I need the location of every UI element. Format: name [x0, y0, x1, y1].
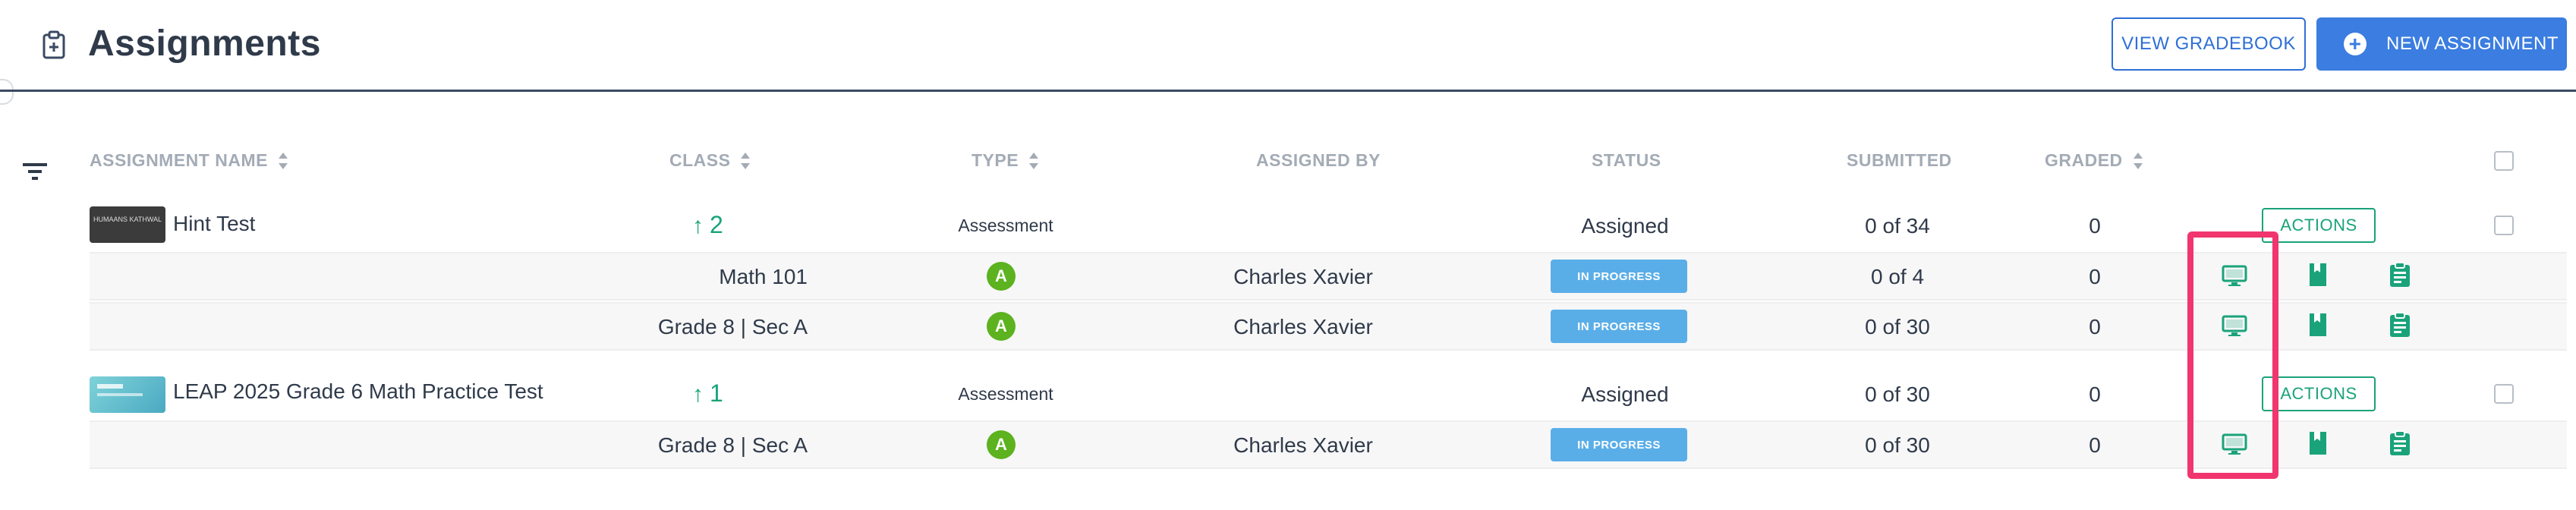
column-header-label: GRADED [2045, 150, 2123, 170]
class-count[interactable]: ↑ 2 [692, 211, 723, 239]
sort-icon[interactable] [278, 152, 288, 170]
book-icon[interactable] [2304, 311, 2332, 338]
submitted-count: 0 of 30 [1865, 433, 1930, 457]
view-gradebook-button[interactable]: VIEW GRADEBOOK [2112, 17, 2306, 71]
column-header-assigned-by: ASSIGNED BY [1256, 150, 1381, 171]
assignment-name[interactable]: LEAP 2025 Grade 6 Math Practice Test [173, 379, 543, 404]
graded-count: 0 [2089, 315, 2101, 338]
graded-count: 0 [2089, 265, 2101, 288]
assignment-thumbnail: HUMAANS KATHWAL [90, 206, 165, 243]
column-header-type[interactable]: TYPE [972, 150, 1039, 171]
view-gradebook-label: VIEW GRADEBOOK [2121, 33, 2296, 54]
column-header-class[interactable]: CLASS [669, 150, 751, 171]
book-icon[interactable] [2304, 261, 2332, 288]
arrow-up-icon: ↑ [692, 213, 704, 238]
class-name: Math 101 [719, 265, 808, 288]
actions-label: ACTIONS [2280, 216, 2357, 235]
page-title: Assignments [88, 24, 321, 64]
class-count[interactable]: ↑ 1 [692, 379, 723, 408]
actions-button[interactable]: ACTIONS [2262, 208, 2376, 243]
class-count-value: 2 [710, 211, 723, 238]
assignment-thumbnail [90, 376, 165, 413]
new-assignment-label: NEW ASSIGNMENT [2386, 33, 2559, 54]
type-badge: A [987, 312, 1016, 341]
type-badge: A [987, 262, 1016, 291]
plus-circle-icon: + [2344, 33, 2367, 55]
assignment-graded: 0 [2089, 382, 2101, 406]
column-header-label: CLASS [669, 150, 731, 170]
assignment-status: Assigned [1581, 214, 1669, 238]
status-badge: IN PROGRESS [1551, 428, 1687, 461]
class-count-value: 1 [710, 379, 723, 407]
actions-label: ACTIONS [2280, 384, 2357, 403]
assignment-graded: 0 [2089, 214, 2101, 238]
clipboard-list-icon[interactable] [2386, 311, 2414, 338]
column-header-label: STATUS [1592, 150, 1661, 170]
assignment-submitted: 0 of 34 [1865, 214, 1930, 238]
status-badge: IN PROGRESS [1551, 310, 1687, 343]
highlight-box [2187, 231, 2278, 479]
submitted-count: 0 of 30 [1865, 315, 1930, 338]
assignment-name[interactable]: Hint Test [173, 212, 255, 236]
clipboard-list-icon[interactable] [2386, 261, 2414, 288]
graded-count: 0 [2089, 433, 2101, 457]
column-header-submitted: SUBMITTED [1847, 150, 1952, 171]
class-name: Grade 8 | Sec A [657, 433, 808, 457]
actions-button[interactable]: ACTIONS [2262, 376, 2376, 411]
class-name: Grade 8 | Sec A [657, 315, 808, 338]
assignment-status: Assigned [1581, 382, 1669, 406]
column-header-label: TYPE [972, 150, 1019, 170]
assignment-submitted: 0 of 30 [1865, 382, 1930, 406]
arrow-up-icon: ↑ [692, 382, 704, 407]
header-divider [0, 90, 2576, 92]
clipboard-list-icon[interactable] [2386, 430, 2414, 457]
status-badge: IN PROGRESS [1551, 260, 1687, 293]
column-header-label: SUBMITTED [1847, 150, 1952, 170]
assigned-by: Charles Xavier [1233, 433, 1373, 457]
submitted-count: 0 of 4 [1870, 265, 1925, 288]
column-header-label: ASSIGNED BY [1256, 150, 1381, 170]
type-badge: A [987, 430, 1016, 459]
new-assignment-button[interactable]: + NEW ASSIGNMENT [2316, 17, 2567, 71]
sort-icon[interactable] [1029, 152, 1039, 170]
row-checkbox[interactable] [2494, 216, 2514, 235]
sort-icon[interactable] [741, 152, 751, 170]
sort-icon[interactable] [2133, 152, 2143, 170]
filter-icon[interactable] [21, 161, 49, 182]
sidebar-collapse-handle[interactable] [0, 79, 14, 105]
column-header-status: STATUS [1592, 150, 1661, 171]
row-checkbox[interactable] [2494, 384, 2514, 404]
assignment-type: Assessment [958, 216, 1053, 235]
column-header-label: ASSIGNMENT NAME [90, 150, 268, 170]
assigned-by: Charles Xavier [1233, 315, 1373, 338]
assignment-type: Assessment [958, 384, 1053, 404]
column-header-graded[interactable]: GRADED [2045, 150, 2143, 171]
assigned-by: Charles Xavier [1233, 265, 1373, 288]
column-header-assignment-name[interactable]: ASSIGNMENT NAME [90, 150, 288, 171]
book-icon[interactable] [2304, 430, 2332, 457]
select-all-checkbox[interactable] [2494, 151, 2514, 171]
clipboard-icon [41, 30, 67, 59]
